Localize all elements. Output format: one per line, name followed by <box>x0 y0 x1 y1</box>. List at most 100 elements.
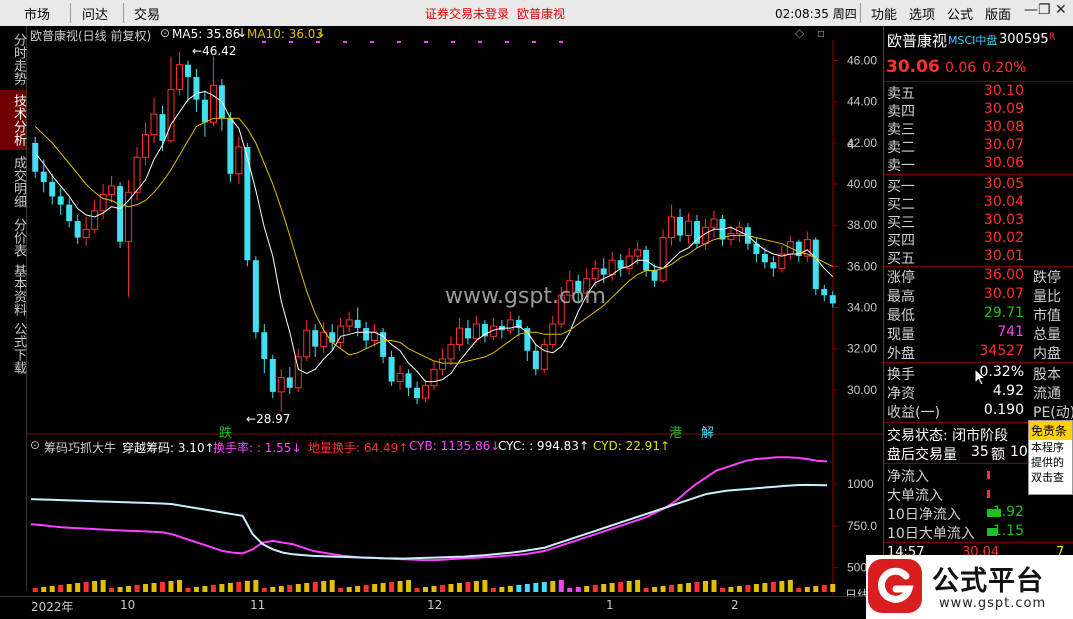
menu-options[interactable]: 选项 <box>909 4 935 23</box>
candle-body <box>396 372 404 383</box>
login-notice[interactable]: 证券交易未登录 <box>425 5 509 22</box>
candle-body <box>66 204 73 222</box>
indicator-value: 穿越筹码: 3.10↑ <box>122 439 215 456</box>
candle-body <box>303 329 311 358</box>
volume-bar <box>244 581 250 592</box>
quote-row: 收益(一) 0.190 PE(动) <box>884 402 1073 421</box>
tab-trades[interactable]: 成交明细 <box>0 152 26 212</box>
volume-bar <box>397 581 403 592</box>
stock-name-notice[interactable]: 欧普康视 <box>517 5 565 22</box>
candle-body <box>235 146 243 175</box>
volume-bar <box>329 580 335 592</box>
volume-bar <box>160 582 166 592</box>
row-value: 30.08 <box>983 119 1024 135</box>
disclaimer-tooltip[interactable]: 免责条 本程序 提供的 双击查 <box>1028 420 1073 495</box>
volume-bar <box>601 584 607 592</box>
volume-bar <box>796 588 802 592</box>
ma10-line <box>34 117 834 364</box>
y-tick-label: 40.00 <box>847 177 877 191</box>
indicator-text: 穿越筹码: 3.10 <box>122 441 205 455</box>
volume-bar <box>719 588 725 592</box>
tab-price-table[interactable]: 分价表 <box>0 214 26 260</box>
candle-body <box>430 368 438 387</box>
kline-chart[interactable]: 30.00 32.00 34.00 36.00 38.00 40.00 42.00 44.00… <box>27 26 883 602</box>
volume-bar <box>109 588 115 592</box>
candle-body <box>193 77 200 100</box>
volume-bar <box>609 583 615 592</box>
y-tick-label: 32.00 <box>847 342 877 356</box>
marker-dot <box>505 41 509 43</box>
volume-bar <box>465 582 471 592</box>
marker-dot <box>316 41 320 43</box>
chart-canvas[interactable]: 30.0032.0034.0036.0038.0040.0042.0044.00… <box>27 26 883 596</box>
row-label-2: 总量 <box>1033 327 1061 343</box>
menu-trade[interactable]: 交易 <box>134 4 160 23</box>
row-value: 741 <box>997 324 1024 340</box>
menu-wenda[interactable]: 问达 <box>82 4 108 23</box>
indicator-value: CYC: : 994.83↑ <box>498 439 589 453</box>
quote-row: 外盘 34527 内盘 <box>884 343 1073 362</box>
marker-dot <box>370 41 374 43</box>
marker-dot <box>397 41 401 43</box>
menu-function[interactable]: 功能 <box>871 4 897 23</box>
tab-technical[interactable]: 技术分析 <box>0 90 26 150</box>
tab-profile[interactable]: 基本资料 <box>0 260 26 320</box>
volume-bar <box>185 588 191 592</box>
row-value: 0.32% <box>979 364 1024 380</box>
mouse-cursor-icon <box>974 368 986 386</box>
candle-body <box>540 344 548 370</box>
volume-bar <box>304 583 310 592</box>
tab-intraday[interactable]: 分时走势 <box>0 30 26 88</box>
flow-bar <box>987 490 990 498</box>
candle-body <box>608 259 616 276</box>
ma5-down-arrow-icon: ↓ <box>237 26 248 40</box>
after-trade-label: 盘后交易量 <box>887 447 957 463</box>
low-mark: ←28.97 <box>246 412 291 426</box>
indicator-value: CYB: 1135.86↓ <box>409 439 500 453</box>
menu-formula[interactable]: 公式 <box>947 4 973 23</box>
candle-body <box>464 328 471 339</box>
y-tick-label: 30.00 <box>847 383 877 397</box>
indicator-arrow-icon: ↑ <box>578 439 589 453</box>
row-label: 卖五 <box>887 86 915 102</box>
volume-bar <box>236 582 242 592</box>
restore-icon[interactable]: ❐ <box>1038 2 1051 18</box>
r-badge: R <box>1049 32 1056 42</box>
chevron-down-icon[interactable]: ⊙ <box>160 26 170 40</box>
quote-row: 卖一 30.06 <box>884 155 1073 174</box>
diamond-icon[interactable]: ◇ <box>795 26 804 40</box>
menu-layout[interactable]: 版面 <box>985 4 1011 23</box>
row-label-2: 市值 <box>1033 308 1061 324</box>
volume-bar <box>83 582 89 592</box>
divider <box>884 174 1073 175</box>
menu-separator <box>70 3 71 23</box>
tab-formula-download[interactable]: 公式下载 <box>0 318 26 378</box>
menu-market[interactable]: 市场 <box>24 4 50 23</box>
row-label-2: PE(动) <box>1033 405 1073 421</box>
volume-bar <box>762 583 768 592</box>
row-label: 卖二 <box>887 140 915 156</box>
y-tick-label: 44.00 <box>847 95 877 109</box>
volume-bar <box>813 586 819 592</box>
indicator-name-icon[interactable]: ⊙ <box>30 438 40 452</box>
candle-body <box>320 331 328 348</box>
stock-code: 300595 <box>999 32 1049 47</box>
volume-bar <box>558 580 564 592</box>
watermark: www.gspt.com <box>445 284 606 309</box>
candle-body <box>524 328 531 351</box>
axis-side-label: 4 <box>847 138 855 152</box>
candle-body <box>600 268 607 275</box>
volume-bar <box>779 581 785 592</box>
candle-body <box>651 270 658 281</box>
volume-bar <box>287 585 293 592</box>
row-value: 30.07 <box>983 286 1024 302</box>
quote-row: 10日净流入 -1.92 <box>884 504 1073 523</box>
row-label: 买四 <box>887 233 915 249</box>
row-value: 30.07 <box>983 137 1024 153</box>
candle-body <box>82 228 90 239</box>
minimize-icon[interactable]: — <box>1024 2 1038 18</box>
indicator-tick-label: 750.0 <box>847 519 877 533</box>
square-icon[interactable]: ▫ <box>817 26 825 40</box>
volume-bar <box>499 587 505 592</box>
close-icon[interactable]: ✕ <box>1055 2 1067 18</box>
